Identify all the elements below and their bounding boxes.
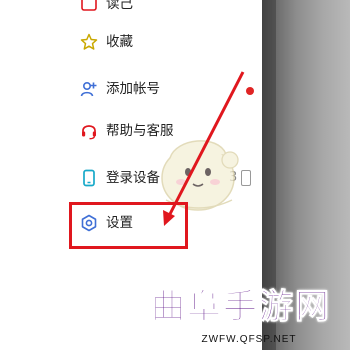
watermark-url: ZWFW.QFSP.NET <box>201 334 297 345</box>
headset-icon <box>82 125 96 140</box>
phone-icon <box>83 169 95 187</box>
star-icon <box>80 33 98 50</box>
screenshot: 读己 收藏 添加帐号 帮助与客服 登录设备 设置 曲阜手游网 ZWFW.QFSP… <box>0 0 350 350</box>
menu-item-label: 读己 <box>106 0 133 12</box>
menu-item-favorites[interactable]: 收藏 <box>0 20 262 66</box>
menu-item-label: 收藏 <box>106 34 133 50</box>
read-history-icon <box>81 0 97 11</box>
settings-highlight-box <box>69 202 188 249</box>
add-user-icon <box>80 81 97 97</box>
notification-dot <box>246 87 254 95</box>
menu-item-add-account[interactable]: 添加帐号 <box>0 67 262 113</box>
menu-item-label: 添加帐号 <box>106 81 160 97</box>
watermark-title: 曲阜手游网 <box>151 287 331 327</box>
